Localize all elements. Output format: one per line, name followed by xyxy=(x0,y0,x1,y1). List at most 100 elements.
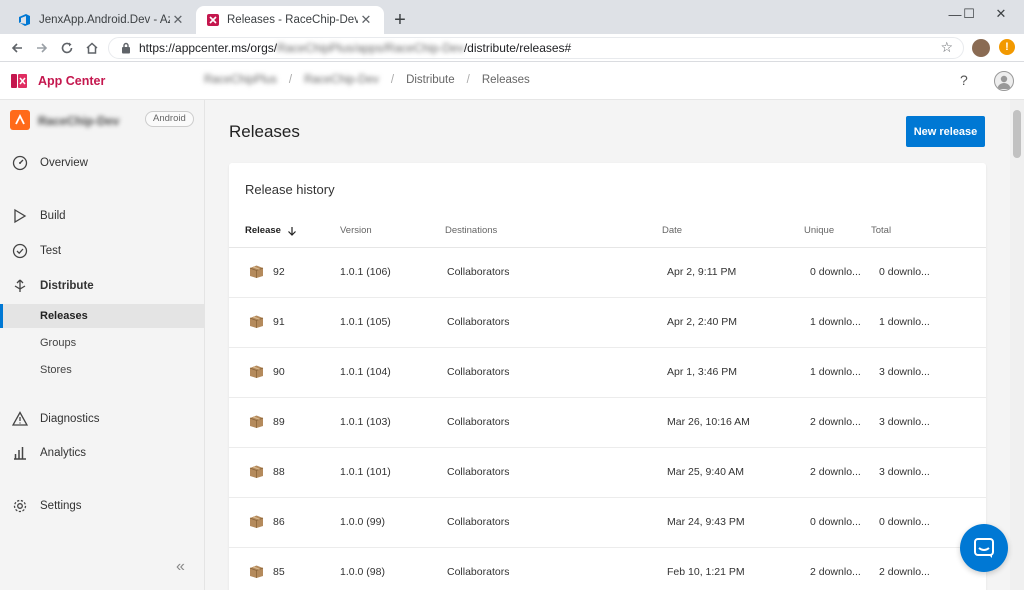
sidebar-item-label: Overview xyxy=(40,157,88,169)
page-scrollbar[interactable] xyxy=(1010,100,1024,590)
build-icon xyxy=(10,207,30,225)
azure-devops-icon xyxy=(18,13,32,27)
browser-toolbar: https://appcenter.ms/orgs/RaceChipPlus/a… xyxy=(0,34,1024,62)
breadcrumb-releases: Releases xyxy=(481,74,530,86)
brand-name: App Center xyxy=(38,74,106,88)
settings-gear-icon xyxy=(10,497,30,515)
user-avatar-icon[interactable] xyxy=(994,71,1014,91)
cell-total: 1 downlo... xyxy=(879,316,930,328)
sidebar-item-analytics[interactable]: Analytics xyxy=(0,440,204,466)
browser-tab-releases[interactable]: Releases - RaceChip-Dev - App C ✕ xyxy=(196,6,384,34)
sidebar-item-label: Test xyxy=(40,245,62,257)
breadcrumb-separator: / xyxy=(466,74,470,86)
sidebar-item-build[interactable]: Build xyxy=(0,203,204,229)
app-icon[interactable] xyxy=(10,110,30,130)
home-icon[interactable] xyxy=(81,37,103,59)
analytics-bar-icon xyxy=(10,444,30,462)
cell-destinations: Collaborators xyxy=(447,566,510,578)
diagnostics-warning-icon xyxy=(10,410,30,428)
browser-tab-azure-devops[interactable]: JenxApp.Android.Dev - Azure Dev ✕ xyxy=(8,6,196,34)
cell-total: 3 downlo... xyxy=(879,466,930,478)
column-header-date: Date xyxy=(662,225,683,236)
browser-profile-avatar[interactable] xyxy=(972,39,990,57)
sidebar-item-label: Build xyxy=(40,210,66,222)
breadcrumb-separator: / xyxy=(390,74,395,86)
page-title: Releases xyxy=(229,122,300,141)
table-row[interactable]: 88 1.0.1 (101) Collaborators Mar 25, 9:40 A… xyxy=(229,448,986,498)
app-name[interactable]: RaceChip-Dev xyxy=(38,114,119,128)
cell-destinations: Collaborators xyxy=(447,466,510,478)
collapse-sidebar-icon[interactable]: « xyxy=(176,558,185,576)
column-header-unique: Unique xyxy=(804,225,835,236)
release-history-card: Release history Release Version Destinat… xyxy=(229,163,986,590)
close-window-button[interactable]: ✕ xyxy=(978,0,1024,28)
back-arrow-icon[interactable] xyxy=(6,37,28,59)
cell-unique: 1 downlo... xyxy=(810,366,861,378)
help-icon[interactable]: ? xyxy=(960,72,968,88)
tab-title: JenxApp.Android.Dev - Azure Dev xyxy=(39,14,170,26)
cell-total: 2 downlo... xyxy=(879,566,930,578)
browser-tabstrip: JenxApp.Android.Dev - Azure Dev ✕ Releas… xyxy=(0,0,1024,34)
app-center-icon xyxy=(206,13,220,27)
sidebar-subitem-groups[interactable]: Groups xyxy=(0,331,204,355)
chat-support-button[interactable] xyxy=(960,524,1008,572)
column-header-release[interactable]: Release xyxy=(245,225,297,236)
table-row[interactable]: 85 1.0.0 (98) Collaborators Feb 10, 1:21 PM… xyxy=(229,548,986,590)
cell-destinations: Collaborators xyxy=(447,316,510,328)
brand[interactable]: App Center xyxy=(10,72,105,90)
sidebar-subitem-stores[interactable]: Stores xyxy=(0,358,204,382)
release-package-icon xyxy=(249,365,264,378)
cell-version: 1.0.0 (99) xyxy=(340,516,385,528)
cell-total: 0 downlo... xyxy=(879,516,930,528)
table-row[interactable]: 86 1.0.0 (99) Collaborators Mar 24, 9:43 PM… xyxy=(229,498,986,548)
scroll-thumb[interactable] xyxy=(1013,110,1021,158)
sidebar-item-label: Analytics xyxy=(40,447,87,459)
new-tab-button[interactable]: + xyxy=(390,8,410,32)
cell-release: 89 xyxy=(273,416,285,428)
app-header: App Center RaceChipPlus / RaceChip-Dev /… xyxy=(0,62,1024,100)
cell-total: 0 downlo... xyxy=(879,266,930,278)
sidebar-item-test[interactable]: Test xyxy=(0,238,204,264)
cell-unique: 0 downlo... xyxy=(810,266,861,278)
cell-release: 92 xyxy=(273,266,285,278)
browser-alert-icon[interactable]: ! xyxy=(999,39,1015,55)
cell-date: Apr 1, 3:46 PM xyxy=(667,366,738,378)
close-tab-icon[interactable]: ✕ xyxy=(358,12,374,28)
table-row[interactable]: 90 1.0.1 (104) Collaborators Apr 1, 3:46 PM… xyxy=(229,348,986,398)
breadcrumb-separator: / xyxy=(288,74,293,86)
address-bar[interactable]: https://appcenter.ms/orgs/RaceChipPlus/a… xyxy=(108,37,964,59)
sidebar-item-settings[interactable]: Settings xyxy=(0,493,204,519)
cell-date: Feb 10, 1:21 PM xyxy=(667,566,745,578)
sidebar-item-distribute[interactable]: Distribute xyxy=(0,273,204,299)
sidebar-item-overview[interactable]: Overview xyxy=(0,150,204,176)
url-text: https://appcenter.ms/orgs/RaceChipPlus/a… xyxy=(139,41,572,55)
cell-release: 91 xyxy=(273,316,285,328)
sort-down-arrow-icon xyxy=(287,226,296,236)
sidebar-subitem-releases[interactable]: Releases xyxy=(0,304,204,328)
breadcrumb-app[interactable]: RaceChip-Dev xyxy=(304,74,379,86)
sidebar-item-diagnostics[interactable]: Diagnostics xyxy=(0,406,204,432)
forward-arrow-icon[interactable] xyxy=(31,37,53,59)
cell-version: 1.0.1 (103) xyxy=(340,416,391,428)
close-tab-icon[interactable]: ✕ xyxy=(170,12,186,28)
cell-unique: 2 downlo... xyxy=(810,566,861,578)
reload-icon[interactable] xyxy=(56,37,78,59)
bookmark-star-icon[interactable]: ☆ xyxy=(940,39,953,56)
cell-release: 90 xyxy=(273,366,285,378)
table-row[interactable]: 91 1.0.1 (105) Collaborators Apr 2, 2:40 PM… xyxy=(229,298,986,348)
cell-date: Mar 26, 10:16 AM xyxy=(667,416,750,428)
cell-destinations: Collaborators xyxy=(447,366,510,378)
cell-unique: 2 downlo... xyxy=(810,466,861,478)
new-release-button[interactable]: New release xyxy=(906,116,985,147)
table-row[interactable]: 89 1.0.1 (103) Collaborators Mar 26, 10:16 … xyxy=(229,398,986,448)
release-package-icon xyxy=(249,315,264,328)
release-package-icon xyxy=(249,565,264,578)
breadcrumb-distribute[interactable]: Distribute xyxy=(406,74,455,86)
column-header-destinations: Destinations xyxy=(445,225,498,236)
table-row[interactable]: 92 1.0.1 (106) Collaborators Apr 2, 9:11 PM… xyxy=(229,248,986,298)
card-title: Release history xyxy=(245,182,335,197)
breadcrumb-org[interactable]: RaceChipPlus xyxy=(204,74,277,86)
cell-date: Apr 2, 2:40 PM xyxy=(667,316,738,328)
breadcrumb: RaceChipPlus / RaceChip-Dev / Distribute… xyxy=(204,74,530,86)
cell-version: 1.0.1 (106) xyxy=(340,266,391,278)
